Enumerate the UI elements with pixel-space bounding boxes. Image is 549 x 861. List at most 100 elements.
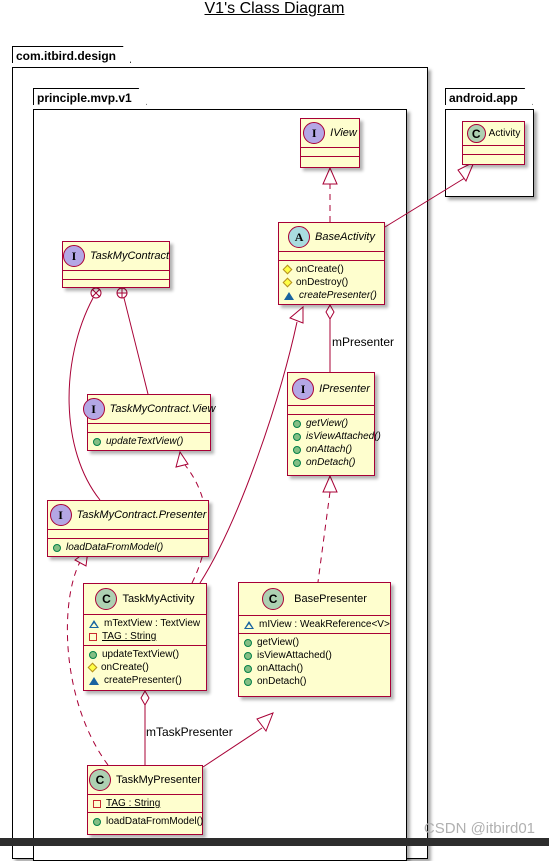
field-row: TAG : String [93, 797, 197, 810]
method-row: onAttach() [244, 662, 385, 675]
method-row: onCreate() [282, 263, 379, 276]
method-row: getView() [244, 636, 385, 649]
class-taskmypresenter[interactable]: C TaskMyPresenter TAG : String loadDataFr… [87, 765, 203, 835]
private-icon [93, 799, 101, 808]
public-icon [93, 817, 101, 826]
class-name: TaskMyContract [89, 250, 170, 262]
interface-icon: I [303, 122, 326, 144]
public-icon [244, 677, 252, 686]
label-mtaskpresenter: mTaskPresenter [146, 725, 233, 739]
private-icon [89, 632, 97, 641]
method-name: onAttach() [306, 444, 353, 455]
field-name: TAG : String [106, 798, 161, 809]
protected-icon [282, 277, 293, 288]
class-taskmycontract[interactable]: I TaskMyContract [62, 241, 170, 288]
class-iview[interactable]: I IView [300, 118, 360, 168]
method-name: onAttach() [257, 663, 304, 674]
method-row: createPresenter() [284, 289, 379, 302]
public-icon [93, 437, 101, 446]
class-name: IPresenter [319, 383, 370, 395]
method-row: onAttach() [293, 443, 369, 456]
class-taskmyactivity[interactable]: C TaskMyActivity mTextView : TextView TAG… [83, 583, 207, 691]
method-name: getView() [257, 637, 300, 648]
method-row: loadDataFromModel() [93, 815, 203, 828]
public-icon [293, 458, 301, 467]
method-name: createPresenter() [299, 290, 377, 301]
method-name: updateTextView() [102, 649, 180, 660]
public-icon [293, 432, 301, 441]
field-name: mTextView : TextView [104, 618, 201, 629]
class-name: TaskMyContract.Presenter [76, 509, 207, 521]
class-name: IView [330, 127, 357, 139]
method-name: createPresenter() [104, 675, 182, 686]
class-name: TaskMyPresenter [116, 774, 201, 786]
interface-icon: I [292, 378, 315, 400]
method-name: onCreate() [296, 264, 344, 275]
field-name: TAG : String [102, 631, 157, 642]
interface-icon: I [49, 504, 72, 526]
class-name: Activity [488, 128, 521, 139]
class-baseactivity[interactable]: A BaseActivity onCreate() onDestroy() cre… [278, 222, 385, 305]
method-name: getView() [306, 418, 349, 429]
class-name: TaskMyContract.View [109, 403, 216, 415]
field-name: mIView : WeakReference<V> [259, 619, 390, 630]
public-icon [53, 543, 61, 552]
method-name: onDetach() [306, 457, 356, 468]
class-basepresenter[interactable]: C BasePresenter mIView : WeakReference<V>… [238, 582, 391, 697]
method-name: loadDataFromModel() [66, 542, 164, 553]
method-name: onCreate() [101, 662, 149, 673]
aggregation-diamond [325, 303, 335, 321]
method-name: loadDataFromModel() [106, 816, 204, 827]
realization-basepresenter-ipresenter [317, 491, 331, 583]
class-icon: C [466, 124, 486, 143]
aggregation-diamond [140, 689, 150, 707]
class-taskmycontract-presenter[interactable]: I TaskMyContract.Presenter loadDataFromMo… [47, 500, 209, 557]
public-icon [293, 445, 301, 454]
arrowhead [289, 305, 304, 324]
field-row: TAG : String [89, 630, 201, 643]
method-name: onDestroy() [296, 277, 349, 288]
arrowhead [322, 474, 338, 493]
method-row: updateTextView() [89, 648, 201, 661]
public-icon [89, 650, 97, 659]
method-row: onDetach() [293, 456, 369, 469]
nested-contract-view [123, 297, 149, 395]
field-row: mTextView : TextView [89, 617, 201, 630]
class-icon: C [262, 588, 285, 610]
interface-icon: I [62, 245, 85, 267]
method-row: onDetach() [244, 675, 385, 688]
abstract-icon: A [288, 226, 311, 248]
method-row: updateTextView() [93, 435, 205, 448]
package-visibility-icon [284, 291, 294, 300]
arrowhead [322, 166, 338, 185]
generalization-baseactivity-activity [384, 175, 469, 228]
method-row: isViewAttached() [293, 430, 381, 443]
class-icon: C [89, 769, 112, 791]
public-icon [244, 651, 252, 660]
generalization-taskmyactivity-baseactivity [199, 321, 298, 584]
protected-icon [87, 662, 98, 673]
public-icon [293, 419, 301, 428]
label-mpresenter: mPresenter [332, 335, 395, 349]
watermark: CSDN @itbird01 [423, 820, 535, 837]
method-row: isViewAttached() [244, 649, 385, 662]
method-row: loadDataFromModel() [53, 541, 203, 554]
method-row: onDestroy() [282, 276, 379, 289]
method-name: updateTextView() [106, 436, 184, 447]
method-row: createPresenter() [89, 674, 201, 687]
interface-icon: I [82, 398, 105, 420]
arrowhead [256, 712, 274, 733]
method-name: isViewAttached() [306, 431, 381, 442]
package-visibility-icon [89, 676, 99, 685]
method-name: onDetach() [257, 676, 307, 687]
class-icon: C [95, 588, 118, 610]
method-row: getView() [293, 417, 369, 430]
class-ipresenter[interactable]: I IPresenter getView() isViewAttached() o… [287, 372, 381, 476]
method-name: isViewAttached() [257, 650, 332, 661]
public-icon [244, 664, 252, 673]
class-activity[interactable]: C Activity [462, 121, 525, 165]
package-visibility-icon [89, 619, 99, 628]
package-visibility-icon [244, 620, 254, 629]
class-name: BasePresenter [294, 593, 367, 605]
class-taskmycontract-view[interactable]: I TaskMyContract.View updateTextView() [82, 394, 215, 451]
